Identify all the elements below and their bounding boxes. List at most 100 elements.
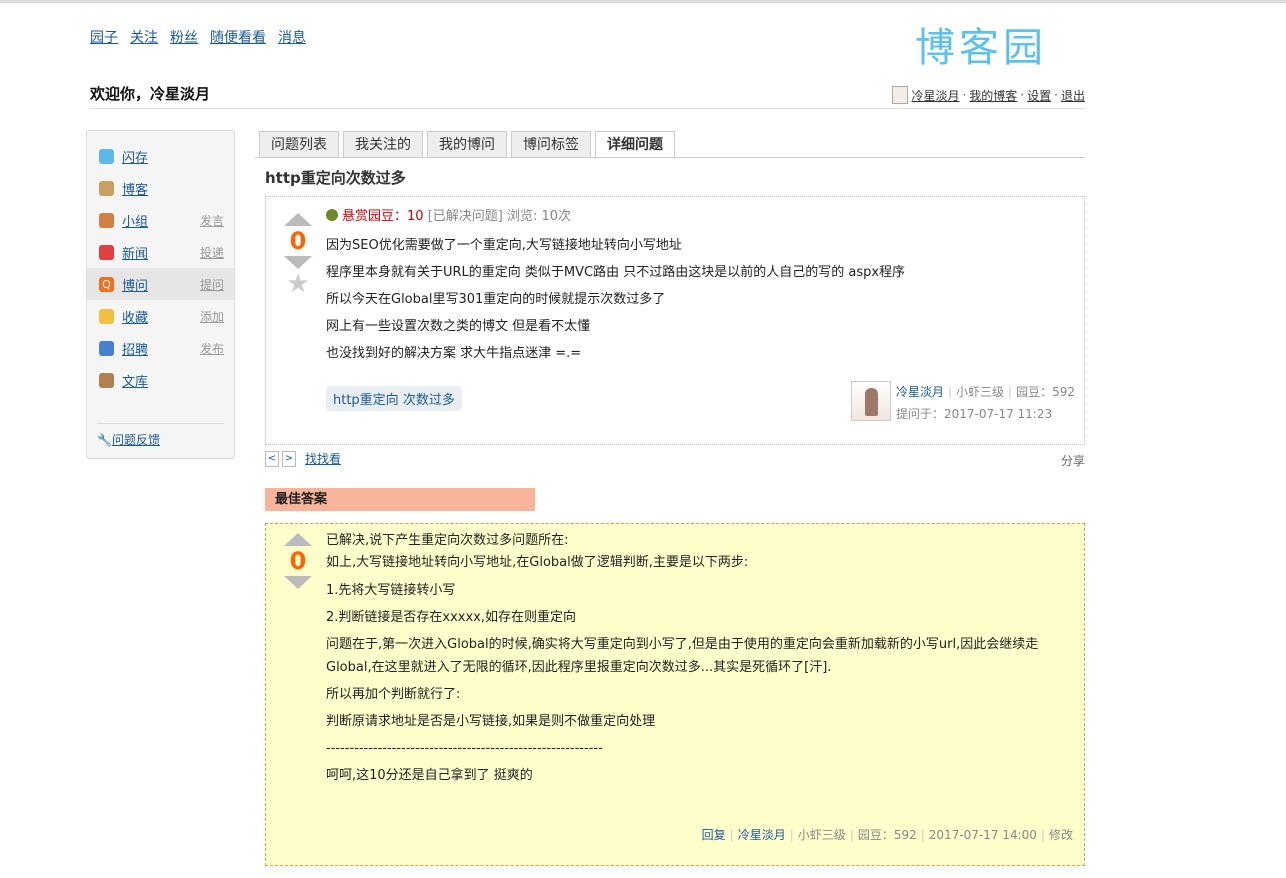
nav-messages[interactable]: 消息 (278, 30, 306, 46)
asker-beans: 园豆：592 (1016, 385, 1075, 399)
settings-link[interactable]: 设置 (1027, 87, 1051, 104)
tab-question-list[interactable]: 问题列表 (259, 131, 339, 158)
my-blog-link[interactable]: 我的博客 (969, 87, 1017, 104)
search-link[interactable]: 找找看 (305, 450, 341, 467)
prev-button[interactable]: < (265, 450, 279, 467)
sidebar-item[interactable]: Q 博问 提问 (87, 268, 234, 300)
tab-tags[interactable]: 博问标签 (511, 131, 591, 158)
top-nav: 园子 关注 粉丝 随便看看 消息 (90, 27, 318, 47)
star-icon[interactable]: ★ (283, 269, 313, 299)
sidebar-item[interactable]: 新闻 投递 (87, 236, 234, 268)
question-tag[interactable]: http重定向 次数过多 (326, 386, 462, 411)
notepad-icon (99, 180, 114, 196)
asked-time: 提问于：2017-07-17 11:23 (895, 407, 1053, 421)
sidebar-item-label[interactable]: 博客 (122, 179, 148, 198)
question-title: http重定向次数过多 (265, 169, 406, 187)
answer-level: 小虾三级 (797, 828, 846, 842)
asker-level: 小虾三级 (956, 385, 1005, 399)
sidebar-item-action[interactable]: 发言 (200, 212, 224, 229)
next-button[interactable]: > (282, 450, 296, 467)
status: [已解决问题] (427, 209, 503, 224)
user-bar: 冷星淡月 · 我的博客 · 设置 · 退出 (892, 86, 1085, 104)
answer-line: 问题在于,第一次进入Global的时候,确实将大写重定向到小写了,但是由于使用的… (326, 637, 1039, 675)
feedback-link[interactable]: 问题反馈 (112, 433, 160, 447)
question-line: 程序里本身就有关于URL的重定向 类似于MVC路由 只不过路由这块是以前的人自己… (326, 265, 906, 280)
downvote-icon[interactable] (284, 576, 312, 589)
answer-body: 已解决,说下产生重定向次数过多问题所在: 如上,大写链接地址转向小写地址,在Glo… (326, 530, 1076, 789)
edit-link[interactable]: 修改 (1049, 828, 1073, 842)
sidebar-item-action[interactable]: 添加 (200, 308, 224, 325)
sidebar-item[interactable]: 博客 (87, 172, 234, 204)
upvote-icon[interactable] (284, 533, 312, 546)
book-icon (99, 372, 114, 388)
answer-line: 如上,大写链接地址转向小写地址,在Global做了逻辑判断,主要是以下两步: (326, 555, 749, 570)
news-icon (99, 244, 114, 260)
downvote-icon[interactable] (284, 256, 312, 269)
asker-info: 冷星淡月 | 小虾三级 | 园豆：592 提问于：2017-07-17 11:23 (850, 381, 1075, 425)
sidebar-item-action[interactable]: 发布 (200, 340, 224, 357)
sidebar-item[interactable]: 收藏 添加 (87, 300, 234, 332)
answer-time: 2017-07-17 14:00 (928, 828, 1037, 842)
question-meta: 悬赏园豆：10 [已解决问题] 浏览: 10次 (326, 207, 905, 227)
tab-my-questions[interactable]: 我的博问 (427, 131, 507, 158)
asker-name[interactable]: 冷星淡月 (896, 385, 944, 399)
tab-bar: 问题列表 我关注的 我的博问 博问标签 详细问题 (259, 131, 675, 159)
bean-icon (326, 209, 338, 221)
nav-follow[interactable]: 关注 (130, 30, 158, 46)
sidebar: 闪存博客小组 发言新闻 投递 Q 博问 提问收藏 添加招聘 发布文库 🔧问题反馈 (86, 130, 235, 459)
sidebar-item-label[interactable]: 博问 (122, 275, 148, 294)
answer-vote: 0 (283, 533, 313, 589)
question-box: 0 ★ 悬赏园豆：10 [已解决问题] 浏览: 10次 因为SEO优化需要做了一… (265, 196, 1085, 445)
reward-value: 10 (407, 209, 424, 224)
nav-yuanzi[interactable]: 园子 (90, 30, 118, 46)
reward-label: 悬赏园豆： (342, 209, 408, 224)
asker-avatar[interactable] (850, 381, 891, 421)
best-answer-header: 最佳答案 (265, 488, 535, 511)
best-answer-box: 0 已解决,说下产生重定向次数过多问题所在: 如上,大写链接地址转向小写地址,在G… (265, 523, 1085, 866)
nav-random[interactable]: 随便看看 (210, 30, 266, 46)
question-score: 0 (289, 227, 307, 255)
answer-line: 1.先将大写链接转小写 (326, 583, 456, 598)
question-vote: 0 ★ (283, 213, 313, 299)
answer-line: 所以再加个判断就行了: (326, 687, 461, 702)
logout-link[interactable]: 退出 (1061, 87, 1085, 104)
reply-link[interactable]: 回复 (702, 828, 726, 842)
answer-line: 已解决,说下产生重定向次数过多问题所在: (326, 533, 569, 548)
sidebar-item-label[interactable]: 文库 (122, 371, 148, 390)
sidebar-item[interactable]: 招聘 发布 (87, 332, 234, 364)
answer-score: 0 (289, 547, 307, 575)
sidebar-item-label[interactable]: 新闻 (122, 243, 148, 262)
nav-fans[interactable]: 粉丝 (170, 30, 198, 46)
pager: < > 找找看 (265, 450, 341, 467)
answer-line: 呵呵,这10分还是自己拿到了 挺爽的 (326, 768, 533, 783)
sidebar-item-label[interactable]: 闪存 (122, 147, 148, 166)
sidebar-item-label[interactable]: 招聘 (122, 339, 148, 358)
sidebar-item-action[interactable]: 提问 (200, 276, 224, 293)
question-line: 也没找到好的解决方案 求大牛指点迷津 =.= (326, 346, 582, 361)
cnblogs-logo[interactable]: 博客园 (915, 15, 1047, 73)
tab-divider (255, 157, 1085, 158)
views: 浏览: 10次 (507, 209, 572, 224)
sidebar-item-label[interactable]: 小组 (122, 211, 148, 230)
question-q-icon: Q (99, 276, 114, 292)
sidebar-item[interactable]: 闪存 (87, 140, 234, 172)
question-body: 悬赏园豆：10 [已解决问题] 浏览: 10次 因为SEO优化需要做了一个重定向… (326, 207, 905, 367)
tab-following[interactable]: 我关注的 (343, 131, 423, 158)
answer-footer: 回复 | 冷星淡月 | 小虾三级 | 园豆：592 | 2017-07-17 14:00 | 修改 (701, 828, 1073, 842)
upvote-icon[interactable] (284, 213, 312, 226)
question-line: 所以今天在Global里写301重定向的时候就提示次数过多了 (326, 292, 666, 307)
sidebar-item-action[interactable]: 投递 (200, 244, 224, 261)
wrench-icon: 🔧 (97, 433, 112, 447)
tab-detail[interactable]: 详细问题 (595, 131, 675, 159)
favorite-icon (99, 308, 114, 324)
share-link[interactable]: 分享 (1061, 452, 1085, 469)
sidebar-item[interactable]: 文库 (87, 364, 234, 396)
answer-author[interactable]: 冷星淡月 (738, 828, 786, 842)
sidebar-item-label[interactable]: 收藏 (122, 307, 148, 326)
answer-line: 判断原请求地址是否是小写链接,如果是则不做重定向处理 (326, 714, 656, 729)
divider (90, 108, 1085, 109)
group-icon (99, 212, 114, 228)
user-name-link[interactable]: 冷星淡月 (911, 87, 959, 104)
sidebar-item[interactable]: 小组 发言 (87, 204, 234, 236)
user-avatar[interactable] (892, 86, 909, 104)
